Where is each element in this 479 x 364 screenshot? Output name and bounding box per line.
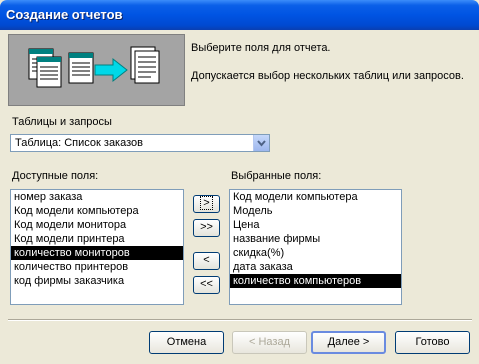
add-all-fields-button[interactable]: >> xyxy=(193,219,220,237)
selected-fields-label: Выбранные поля: xyxy=(231,170,322,182)
available-fields-label: Доступные поля: xyxy=(12,170,99,182)
finish-button[interactable]: Готово xyxy=(395,331,470,354)
list-item[interactable]: название фирмы xyxy=(230,232,401,246)
list-item[interactable]: номер заказа xyxy=(11,190,183,204)
chevron-down-icon[interactable] xyxy=(253,135,269,151)
source-combobox[interactable]: Таблица: Список заказов xyxy=(10,134,270,152)
list-item[interactable]: Код модели компьютера xyxy=(230,190,401,204)
back-button[interactable]: < Назад xyxy=(232,331,307,354)
available-fields-list[interactable]: номер заказа Код модели компьютера Код мод… xyxy=(10,189,184,305)
list-item[interactable]: скидка(%) xyxy=(230,246,401,260)
list-item[interactable]: Код модели принтера xyxy=(11,232,183,246)
wizard-illustration-icon xyxy=(28,46,160,88)
list-item[interactable]: Код модели компьютера xyxy=(11,204,183,218)
selected-fields-list[interactable]: Код модели компьютера Модель Цена название … xyxy=(229,189,402,305)
list-item[interactable]: Модель xyxy=(230,204,401,218)
next-button[interactable]: Далее > xyxy=(311,331,386,354)
report-wizard-window: Создание отчетов Выберите поля для отчет… xyxy=(0,0,479,364)
cancel-button[interactable]: Отмена xyxy=(149,331,224,354)
footer-divider xyxy=(8,319,472,321)
remove-all-fields-button[interactable]: << xyxy=(193,276,220,294)
list-item[interactable]: количество принтеров xyxy=(11,260,183,274)
list-item[interactable]: код фирмы заказчика xyxy=(11,274,183,288)
list-item[interactable]: количество мониторов xyxy=(11,246,183,260)
source-combobox-value: Таблица: Список заказов xyxy=(15,137,143,149)
list-item[interactable]: Цена xyxy=(230,218,401,232)
intro-line-1: Выберите поля для отчета. xyxy=(191,42,331,54)
list-item[interactable]: количество компьютеров xyxy=(230,274,401,288)
add-field-button[interactable]: > xyxy=(193,195,220,213)
source-label: Таблицы и запросы xyxy=(12,116,112,128)
list-item[interactable]: Код модели монитора xyxy=(11,218,183,232)
intro-line-2: Допускается выбор нескольких таблиц или … xyxy=(191,70,464,82)
title-bar[interactable]: Создание отчетов xyxy=(0,0,479,30)
wizard-illustration xyxy=(8,34,185,106)
list-item[interactable]: дата заказа xyxy=(230,260,401,274)
remove-field-button[interactable]: < xyxy=(193,252,220,270)
window-title: Создание отчетов xyxy=(6,7,123,22)
